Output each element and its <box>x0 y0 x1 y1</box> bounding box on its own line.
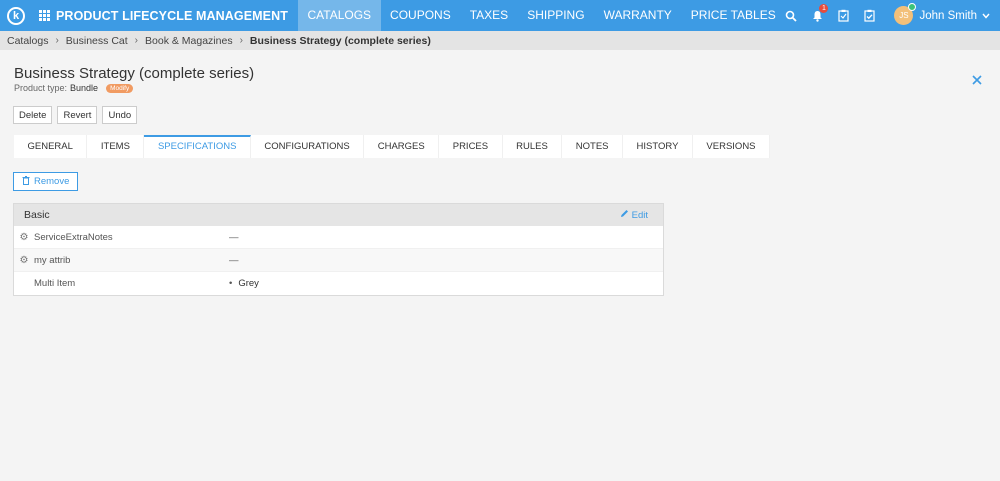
user-name[interactable]: John Smith <box>919 10 977 22</box>
tab-notes[interactable]: NOTES <box>562 135 624 158</box>
undo-button[interactable]: Undo <box>102 106 138 124</box>
main-nav: CATALOGS COUPONS TAXES SHIPPING WARRANTY… <box>297 0 785 31</box>
breadcrumb-current: Business Strategy (complete series) <box>249 34 431 47</box>
checklist-icon[interactable] <box>856 0 882 31</box>
trash-icon <box>22 176 30 187</box>
breadcrumb: Catalogs › Business Cat › Book & Magazin… <box>0 31 1000 50</box>
avatar-initials: JS <box>899 11 909 20</box>
search-icon[interactable] <box>778 0 804 31</box>
spec-row: Multi Item • Grey <box>14 272 663 295</box>
gear-icon[interactable]: ⚙ <box>14 255 34 266</box>
tab-history[interactable]: HISTORY <box>623 135 693 158</box>
gear-icon[interactable]: ⚙ <box>14 232 34 243</box>
tab-items[interactable]: ITEMS <box>87 135 145 158</box>
breadcrumb-catalogs[interactable]: Catalogs <box>7 35 48 47</box>
breadcrumb-book-magazines[interactable]: Book & Magazines <box>145 35 233 47</box>
tab-charges[interactable]: CHARGES <box>364 135 440 158</box>
tab-bar: GENERAL ITEMS SPECIFICATIONS CONFIGURATI… <box>14 135 771 158</box>
online-status-icon <box>908 3 917 11</box>
top-navbar: k PRODUCT LIFECYCLE MANAGEMENT CATALOGS … <box>0 0 1000 31</box>
nav-taxes[interactable]: TAXES <box>460 0 517 31</box>
spec-row: ⚙ my attrib — <box>14 249 663 272</box>
panel-title: Basic <box>24 209 50 221</box>
avatar[interactable]: JS <box>894 3 917 25</box>
chevron-right-icon: › <box>239 35 243 46</box>
panel-header: Basic Edit <box>14 204 663 226</box>
tab-general[interactable]: GENERAL <box>14 135 88 158</box>
tab-specifications[interactable]: SPECIFICATIONS <box>144 135 251 158</box>
edit-label: Edit <box>631 209 648 221</box>
clipboard-icon[interactable] <box>830 0 856 31</box>
app-title: PRODUCT LIFECYCLE MANAGEMENT <box>56 8 288 23</box>
apps-grid-icon <box>39 10 50 21</box>
spec-value: — <box>229 231 239 243</box>
nav-catalogs[interactable]: CATALOGS <box>297 0 381 31</box>
nav-coupons[interactable]: COUPONS <box>381 0 461 31</box>
revert-button[interactable]: Revert <box>57 106 98 124</box>
action-bar: Delete Revert Undo <box>13 106 138 124</box>
spec-value: Grey <box>238 278 259 289</box>
chevron-right-icon: › <box>134 35 139 46</box>
top-right-tools: 1 JS John Smith <box>778 0 1000 31</box>
chevron-down-icon[interactable] <box>982 11 990 21</box>
spec-row: ⚙ ServiceExtraNotes — <box>14 226 663 249</box>
spec-value-list: • Grey <box>229 278 259 289</box>
product-type-value: Bundle <box>70 83 99 93</box>
chevron-right-icon: › <box>55 35 59 46</box>
remove-button[interactable]: Remove <box>13 172 79 191</box>
edit-button[interactable]: Edit <box>620 209 648 221</box>
nav-warranty[interactable]: WARRANTY <box>594 0 681 31</box>
product-type-label: Product type: <box>14 83 68 93</box>
spec-attribute: Multi Item <box>34 278 76 289</box>
page-title: Business Strategy (complete series) <box>14 65 255 82</box>
spec-attribute: ServiceExtraNotes <box>34 231 113 243</box>
product-type: Product type: Bundle Modify <box>14 83 134 93</box>
notification-count-badge: 1 <box>819 4 829 13</box>
tab-configurations[interactable]: CONFIGURATIONS <box>251 135 365 158</box>
delete-button[interactable]: Delete <box>13 106 53 124</box>
app-menu[interactable]: PRODUCT LIFECYCLE MANAGEMENT <box>39 9 288 23</box>
spec-attribute: my attrib <box>34 254 71 266</box>
tab-prices[interactable]: PRICES <box>439 135 503 158</box>
spec-value: — <box>229 254 239 266</box>
nav-shipping[interactable]: SHIPPING <box>518 0 594 31</box>
bullet-icon: • <box>229 278 233 289</box>
breadcrumb-business-cat[interactable]: Business Cat <box>66 35 128 47</box>
remove-button-label: Remove <box>34 176 70 187</box>
close-icon[interactable] <box>972 72 982 88</box>
specification-panel: Basic Edit ⚙ ServiceExtraNotes — ⚙ my at… <box>13 203 664 296</box>
nav-price-tables[interactable]: PRICE TABLES <box>681 0 785 31</box>
status-badge: Modify <box>106 83 134 93</box>
tab-versions[interactable]: VERSIONS <box>693 135 771 158</box>
app-logo[interactable]: k <box>7 6 25 25</box>
pencil-icon <box>620 209 629 221</box>
tab-rules[interactable]: RULES <box>503 135 563 158</box>
bell-icon[interactable]: 1 <box>804 0 830 31</box>
